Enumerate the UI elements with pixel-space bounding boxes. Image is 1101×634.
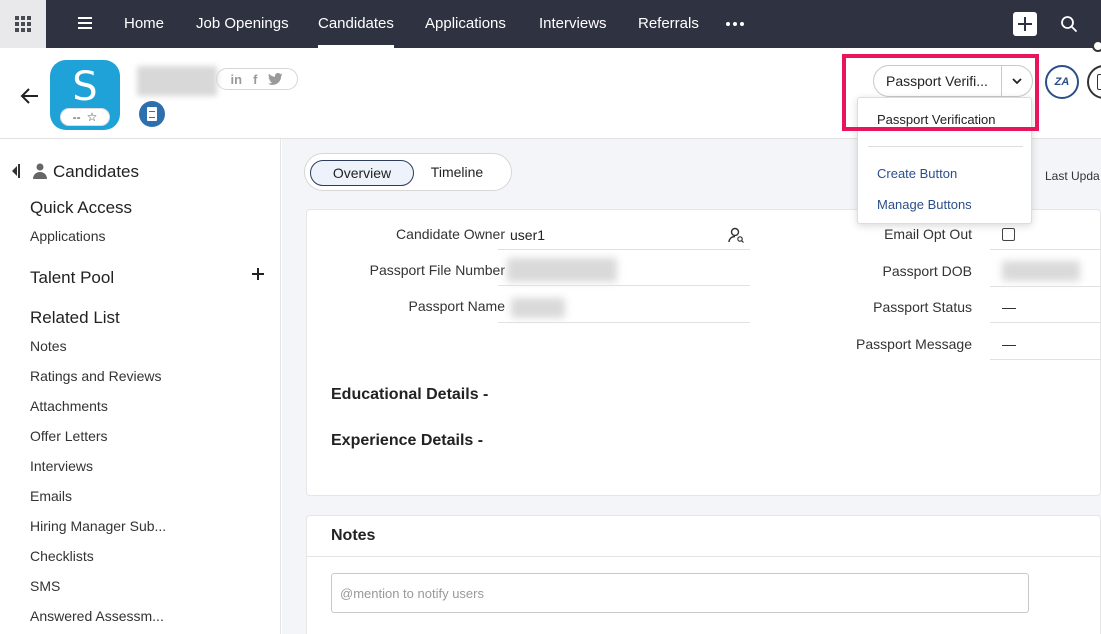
sidebar-item-answered-assessments[interactable]: Answered Assessm... <box>30 608 164 624</box>
passport-dob-value-redacted <box>1002 261 1080 281</box>
collapse-sidebar-icon[interactable] <box>12 166 17 176</box>
notes-card: Notes <box>306 515 1101 634</box>
more-tabs-icon[interactable] <box>726 22 744 26</box>
zia-icon[interactable]: ZA <box>1045 65 1079 99</box>
passport-file-number-label: Passport File Number <box>369 262 505 278</box>
avatar: S -- ☆ <box>50 60 120 130</box>
menu-item-passport-verification[interactable]: Passport Verification <box>877 112 996 127</box>
facebook-icon[interactable]: f <box>253 72 257 87</box>
top-navigation-bar: Home Job Openings Candidates Application… <box>0 0 1101 48</box>
last-updated-label: Last Upda <box>1045 169 1100 183</box>
sidebar-title: Candidates <box>53 162 140 181</box>
tab-timeline[interactable]: Timeline <box>417 160 497 186</box>
apps-grid-icon <box>15 16 31 32</box>
passport-file-number-value-redacted <box>507 258 617 282</box>
hamburger-menu-icon[interactable] <box>78 17 92 29</box>
add-talent-pool-icon[interactable] <box>252 268 264 280</box>
rating-badge[interactable]: -- ☆ <box>60 108 110 126</box>
sidebar: Candidates Quick Access Applications Tal… <box>0 139 281 634</box>
section-quick-access: Quick Access <box>30 198 133 217</box>
sidebar-item-hiring-manager[interactable]: Hiring Manager Sub... <box>30 518 166 534</box>
action-dropdown-menu: Passport Verification Create Button Mana… <box>857 97 1032 224</box>
notes-divider <box>307 556 1101 557</box>
tab-home[interactable]: Home <box>124 0 164 48</box>
sidebar-item-checklists[interactable]: Checklists <box>30 548 94 564</box>
twitter-icon[interactable] <box>268 73 283 85</box>
email-opt-out-label: Email Opt Out <box>884 226 972 242</box>
field-divider <box>990 359 1101 360</box>
user-lookup-icon[interactable] <box>727 226 745 244</box>
passport-message-value: — <box>1002 336 1016 352</box>
tab-overview[interactable]: Overview <box>310 160 414 186</box>
sidebar-item-applications[interactable]: Applications <box>30 228 106 244</box>
experience-details-heading[interactable]: Experience Details - <box>331 432 483 450</box>
passport-verification-split-button: Passport Verifi... <box>873 65 1033 97</box>
document-icon[interactable] <box>139 101 165 127</box>
print-icon[interactable] <box>1087 65 1101 99</box>
tab-applications[interactable]: Applications <box>425 0 506 48</box>
passport-message-label: Passport Message <box>856 336 972 352</box>
sidebar-item-interviews[interactable]: Interviews <box>30 458 93 474</box>
quick-create-button[interactable] <box>1013 12 1037 36</box>
field-divider <box>990 249 1101 250</box>
field-divider <box>990 286 1101 287</box>
profile-indicator-icon[interactable] <box>1092 40 1101 52</box>
sidebar-item-offer-letters[interactable]: Offer Letters <box>30 428 108 444</box>
notes-heading: Notes <box>331 527 376 544</box>
passport-name-label: Passport Name <box>408 298 505 314</box>
sidebar-item-ratings[interactable]: Ratings and Reviews <box>30 368 162 384</box>
passport-status-value: — <box>1002 299 1016 315</box>
sidebar-item-sms[interactable]: SMS <box>30 578 60 594</box>
rating-value: -- <box>72 110 81 124</box>
field-divider <box>498 285 750 286</box>
menu-separator <box>868 146 1023 147</box>
tab-interviews[interactable]: Interviews <box>539 0 607 48</box>
notes-input[interactable] <box>331 573 1029 613</box>
social-links: in f <box>216 68 298 90</box>
details-card: Candidate Owner user1 Passport File Numb… <box>306 209 1101 496</box>
tab-job-openings[interactable]: Job Openings <box>196 0 289 48</box>
sidebar-item-notes[interactable]: Notes <box>30 338 67 354</box>
educational-details-heading[interactable]: Educational Details - <box>331 386 488 404</box>
field-divider <box>498 322 750 323</box>
menu-item-manage-buttons[interactable]: Manage Buttons <box>877 197 972 212</box>
passport-name-value-redacted <box>511 298 565 318</box>
tab-referrals[interactable]: Referrals <box>638 0 699 48</box>
apps-grid-button[interactable] <box>0 0 46 48</box>
search-icon[interactable] <box>1060 15 1078 33</box>
field-divider <box>498 249 750 250</box>
collapse-sidebar-bar <box>18 164 20 178</box>
linkedin-icon[interactable]: in <box>231 72 243 87</box>
split-divider <box>1001 66 1002 96</box>
back-arrow-icon[interactable] <box>18 84 42 108</box>
tab-candidates[interactable]: Candidates <box>318 0 394 48</box>
avatar-letter: S <box>72 64 98 110</box>
star-icon: ☆ <box>86 110 98 124</box>
menu-item-create-button[interactable]: Create Button <box>877 166 957 181</box>
person-icon <box>33 163 47 179</box>
section-related-list: Related List <box>30 308 120 327</box>
field-divider <box>990 322 1101 323</box>
sidebar-item-emails[interactable]: Emails <box>30 488 72 504</box>
view-tabs: Overview Timeline <box>304 153 512 191</box>
passport-dob-label: Passport DOB <box>882 263 972 279</box>
passport-verification-button[interactable]: Passport Verifi... <box>886 66 1001 96</box>
email-opt-out-checkbox[interactable] <box>1002 228 1015 241</box>
section-talent-pool[interactable]: Talent Pool <box>30 268 114 288</box>
chevron-down-icon[interactable] <box>1010 74 1024 88</box>
candidate-name-redacted <box>137 66 217 96</box>
candidate-owner-value[interactable]: user1 <box>510 227 545 243</box>
candidate-owner-label: Candidate Owner <box>396 226 505 242</box>
passport-status-label: Passport Status <box>873 299 972 315</box>
sidebar-item-attachments[interactable]: Attachments <box>30 398 108 414</box>
